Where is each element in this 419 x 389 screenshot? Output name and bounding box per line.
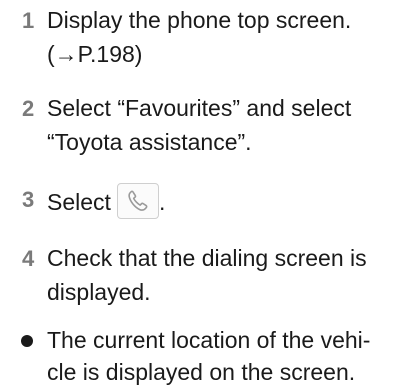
step-3-text-after-icon: . bbox=[158, 189, 166, 215]
step-1-text-line-2: (→P.198) bbox=[47, 41, 143, 67]
step-4-text-line-1: Check that the dialing screen is bbox=[47, 245, 367, 271]
step-2-text-line-1: Select “Favourites” and select bbox=[47, 95, 352, 121]
step-1-number: 1 bbox=[22, 8, 35, 33]
step-3-text: Select . bbox=[47, 183, 165, 219]
step-4-text-line-2: displayed. bbox=[47, 279, 151, 305]
phone-call-icon bbox=[116, 183, 159, 219]
step-1-text-line-1: Display the phone top screen. bbox=[47, 7, 352, 33]
step-2-number: 2 bbox=[22, 96, 35, 121]
step-3-number: 3 bbox=[22, 187, 35, 212]
step-3-text-before-icon: Select bbox=[47, 189, 111, 215]
note-text-line-2: cle is displayed on the screen. bbox=[47, 359, 356, 385]
note-text-line-1: The current location of the vehi- bbox=[47, 327, 371, 353]
step-2-text-line-2: “Toyota assistance”. bbox=[47, 129, 252, 155]
step-4-number: 4 bbox=[22, 246, 35, 271]
instruction-document: 1 Display the phone top screen. (→P.198)… bbox=[0, 0, 419, 385]
note-bullet bbox=[21, 335, 33, 347]
